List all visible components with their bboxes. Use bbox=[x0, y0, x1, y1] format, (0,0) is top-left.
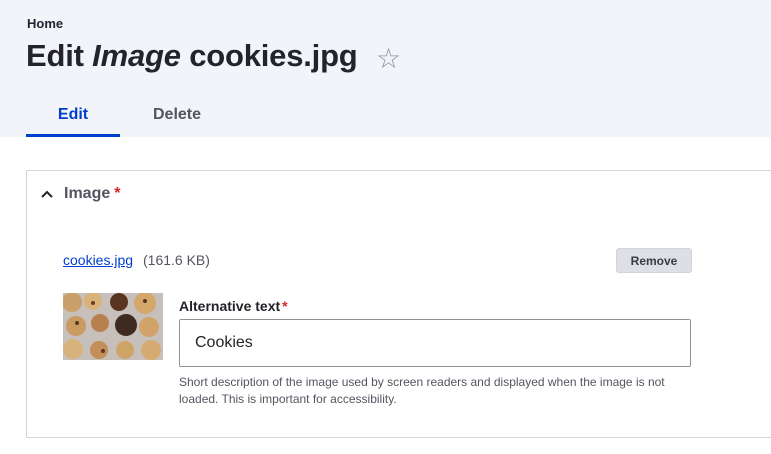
page-title: Edit Image cookies.jpg bbox=[26, 38, 358, 74]
image-details-panel: Image * cookies.jpg (161.6 KB) Remove Al… bbox=[26, 170, 771, 438]
image-section-toggle[interactable]: Image * bbox=[40, 185, 120, 203]
title-prefix: Edit bbox=[26, 38, 93, 73]
alt-text-description: Short description of the image used by s… bbox=[179, 375, 665, 406]
title-entity-type: Image bbox=[92, 38, 181, 73]
required-marker: * bbox=[114, 185, 121, 202]
chevron-up-icon bbox=[41, 190, 53, 198]
file-link[interactable]: cookies.jpg bbox=[63, 252, 133, 268]
remove-button[interactable]: Remove bbox=[616, 248, 692, 273]
alt-text-label: Alternative text * bbox=[179, 298, 288, 314]
tabs: Edit Delete bbox=[26, 96, 234, 137]
title-entity-name: cookies.jpg bbox=[180, 38, 358, 73]
file-size: (161.6 KB) bbox=[143, 252, 210, 268]
alt-text-label-text: Alternative text bbox=[179, 298, 281, 314]
tab-delete[interactable]: Delete bbox=[120, 96, 234, 137]
tab-edit[interactable]: Edit bbox=[26, 96, 120, 137]
alt-text-input[interactable] bbox=[179, 319, 691, 367]
image-section-label: Image bbox=[64, 185, 111, 202]
page-header: Home Edit Image cookies.jpg ☆ Edit Delet… bbox=[0, 0, 771, 137]
image-thumbnail bbox=[63, 293, 163, 360]
alt-text-required-marker: * bbox=[282, 298, 288, 314]
star-icon[interactable]: ☆ bbox=[376, 42, 401, 76]
breadcrumb[interactable]: Home bbox=[27, 16, 63, 31]
